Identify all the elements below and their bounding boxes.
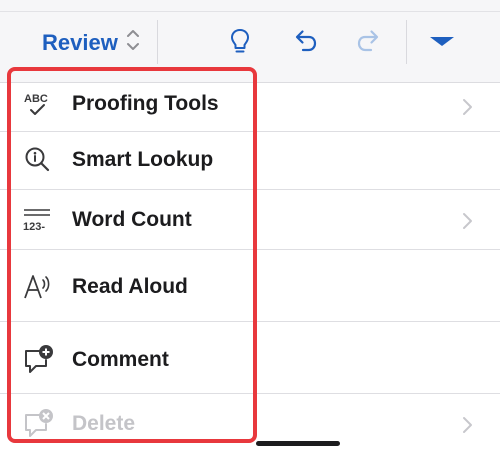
abc-check-icon: ABC: [22, 89, 54, 121]
undo-icon[interactable]: [289, 25, 321, 57]
chevron-right-icon: [460, 97, 474, 117]
word-count-icon: 123-: [22, 204, 54, 236]
menu-item-label: Read Aloud: [72, 275, 188, 298]
menu-item-comment[interactable]: Comment: [0, 322, 500, 394]
toolbar-separator: [157, 20, 158, 64]
ribbon-toolbar: Review: [0, 0, 500, 83]
chevron-right-icon: [460, 415, 474, 435]
delete-comment-icon: [22, 408, 54, 440]
menu-item-delete[interactable]: Delete: [0, 394, 500, 458]
lightbulb-icon[interactable]: [224, 25, 256, 57]
svg-text:ABC: ABC: [24, 93, 48, 105]
menu-item-label: Word Count: [72, 208, 192, 231]
divider: [0, 11, 500, 12]
menu-item-label: Comment: [72, 348, 169, 371]
menu-item-smart-lookup[interactable]: Smart Lookup: [0, 132, 500, 190]
redo-icon[interactable]: [353, 25, 385, 57]
menu-item-label: Delete: [72, 412, 136, 435]
toolbar-separator: [406, 20, 407, 64]
home-indicator: [256, 441, 340, 446]
menu-item-label: Smart Lookup: [72, 148, 214, 171]
read-aloud-icon: [22, 271, 54, 303]
menu-item-read-aloud[interactable]: Read Aloud: [0, 250, 500, 322]
menu-item-label: Proofing Tools: [72, 92, 219, 115]
menu-item-proofing-tools[interactable]: ABC Proofing Tools: [0, 83, 500, 132]
new-comment-icon: [22, 344, 54, 376]
chevron-right-icon: [460, 211, 474, 231]
ribbon-tab-label: Review: [42, 30, 118, 55]
sort-updown-icon: [126, 27, 140, 59]
ribbon-tab-selector[interactable]: Review: [42, 28, 140, 58]
menu-item-word-count[interactable]: 123- Word Count: [0, 190, 500, 250]
review-menu: ABC Proofing Tools Smart Lookup 123- Wor…: [0, 83, 500, 459]
svg-text:123-: 123-: [23, 221, 45, 233]
dropdown-triangle-icon[interactable]: [426, 25, 458, 57]
search-info-icon: [22, 144, 54, 176]
